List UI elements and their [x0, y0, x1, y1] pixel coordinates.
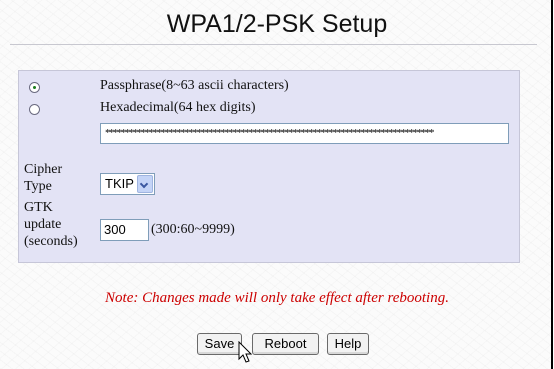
passphrase-label: Passphrase(8~63 ascii characters): [100, 78, 289, 93]
cipher-type-label: Cipher Type: [24, 162, 63, 194]
chevron-down-icon[interactable]: [137, 175, 153, 193]
hexadecimal-radio[interactable]: [29, 104, 40, 115]
title-divider: [10, 44, 537, 45]
passphrase-radio[interactable]: [29, 82, 40, 93]
gtk-range-hint: (300:60~9999): [151, 222, 235, 237]
hexadecimal-label: Hexadecimal(64 hex digits): [100, 100, 256, 115]
cipher-type-select[interactable]: TKIP: [100, 173, 155, 195]
gtk-update-label: GTK update (seconds): [24, 200, 78, 249]
reboot-button[interactable]: Reboot: [252, 333, 319, 355]
settings-panel: Passphrase(8~63 ascii characters) Hexade…: [18, 70, 520, 263]
help-button[interactable]: Help: [327, 333, 369, 355]
key-input[interactable]: ****************************************…: [100, 123, 509, 144]
reboot-note: Note: Changes made will only take effect…: [105, 290, 449, 306]
page-frame: WPA1/2-PSK Setup Passphrase(8~63 ascii c…: [0, 0, 553, 369]
mouse-pointer-icon: [238, 341, 253, 363]
cipher-type-value: TKIP: [105, 176, 134, 191]
gtk-update-input[interactable]: 300: [100, 219, 149, 241]
page-title: WPA1/2-PSK Setup: [166, 10, 388, 38]
save-button[interactable]: Save: [197, 333, 242, 355]
